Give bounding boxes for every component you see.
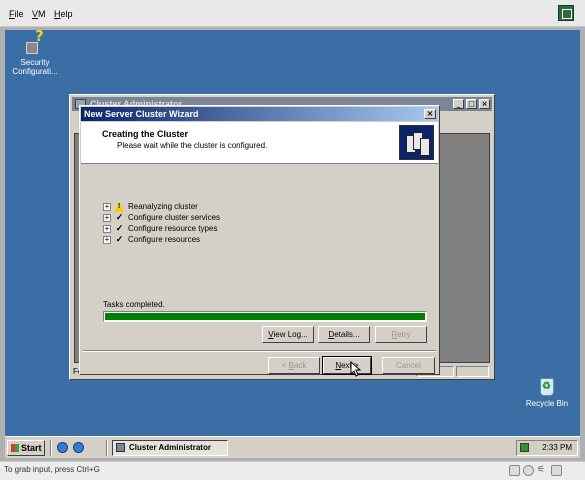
desktop-icon-label: Recycle Bin xyxy=(525,399,569,408)
taskbar: Start Cluster Administrator 2:33 PM xyxy=(5,436,580,458)
wizard-separator xyxy=(83,350,436,352)
task-label: Configure cluster services xyxy=(128,213,221,222)
recycle-bin-icon: ♻ xyxy=(536,375,558,397)
maximize-button[interactable]: □ xyxy=(466,99,477,109)
security-config-icon: ? xyxy=(24,30,46,56)
status-pane xyxy=(456,366,489,377)
checkmark-icon: ✓ xyxy=(115,223,124,233)
divider xyxy=(50,440,52,456)
wizard-close-button[interactable]: × xyxy=(424,109,436,119)
next-button[interactable]: Next > xyxy=(322,356,372,375)
network-icon[interactable] xyxy=(520,443,529,452)
hard-disk-icon[interactable] xyxy=(509,465,520,476)
menu-file[interactable]: File xyxy=(9,9,24,19)
show-desktop-icon[interactable] xyxy=(57,442,68,453)
mouse-cursor-icon xyxy=(350,361,362,377)
tasks-status: Tasks completed. xyxy=(103,300,165,309)
host-statusbar: To grab input, press Ctrl+G ⚟ xyxy=(0,461,585,480)
host-menubar: File VM Help xyxy=(0,0,585,27)
progress-fill xyxy=(105,313,425,320)
fullscreen-icon[interactable] xyxy=(558,5,574,21)
start-button[interactable]: Start xyxy=(7,440,45,456)
cluster-logo-icon xyxy=(399,125,434,160)
checkmark-icon: ✓ xyxy=(115,234,124,244)
progress-bar xyxy=(103,311,427,322)
host-status-text: To grab input, press Ctrl+G xyxy=(4,465,100,474)
clock[interactable]: 2:33 PM xyxy=(542,443,572,452)
taskbar-button-cluster-admin[interactable]: Cluster Administrator xyxy=(112,440,228,456)
menu-vm[interactable]: VM xyxy=(32,9,46,19)
back-button[interactable]: < Back xyxy=(268,357,320,374)
wizard-header: Creating the Cluster Please wait while t… xyxy=(81,122,438,164)
windows-logo-icon xyxy=(11,444,19,452)
close-button[interactable]: × xyxy=(479,99,490,109)
vm-frame: ? Security Configurati... ♻ Recycle Bin … xyxy=(0,27,585,461)
guest-desktop[interactable]: ? Security Configurati... ♻ Recycle Bin … xyxy=(5,30,580,458)
wizard-subheading: Please wait while the cluster is configu… xyxy=(117,141,268,150)
desktop-icon-label: Security xyxy=(20,58,50,67)
new-server-cluster-wizard[interactable]: New Server Cluster Wizard × Creating the… xyxy=(79,105,440,375)
expand-icon[interactable]: + xyxy=(103,203,111,211)
desktop-icon-recycle-bin[interactable]: ♻ Recycle Bin xyxy=(517,375,577,408)
system-tray: 2:33 PM xyxy=(516,440,578,456)
task-label: Configure resources xyxy=(128,235,201,244)
retry-button[interactable]: Retry xyxy=(375,326,427,343)
task-label: Configure resource types xyxy=(128,224,218,233)
wizard-heading: Creating the Cluster xyxy=(102,129,189,139)
internet-explorer-icon[interactable] xyxy=(73,442,84,453)
cd-rom-icon[interactable] xyxy=(523,465,534,476)
task-label: Reanalyzing cluster xyxy=(128,202,198,211)
resize-grip-icon[interactable] xyxy=(566,465,577,476)
menu-help[interactable]: Help xyxy=(54,9,73,19)
expand-icon[interactable]: + xyxy=(103,236,111,244)
wizard-title: New Server Cluster Wizard xyxy=(84,109,199,119)
expand-icon[interactable]: + xyxy=(103,225,111,233)
view-log-button[interactable]: View Log... xyxy=(262,326,314,343)
desktop-icon-security-config[interactable]: ? Security Configurati... xyxy=(5,30,65,76)
details-button[interactable]: Details... xyxy=(318,326,370,343)
expand-icon[interactable]: + xyxy=(103,214,111,222)
floppy-icon[interactable] xyxy=(551,465,562,476)
desktop-icon-label: Configurati... xyxy=(12,67,58,76)
cluster-admin-app-icon xyxy=(116,443,125,452)
checkmark-icon: ✓ xyxy=(115,212,124,222)
cancel-button[interactable]: Cancel xyxy=(382,357,435,374)
minimize-button[interactable]: _ xyxy=(453,99,464,109)
network-adapter-icon[interactable]: ⚟ xyxy=(537,465,548,476)
divider xyxy=(106,440,108,456)
wizard-titlebar[interactable]: New Server Cluster Wizard × xyxy=(81,107,438,121)
